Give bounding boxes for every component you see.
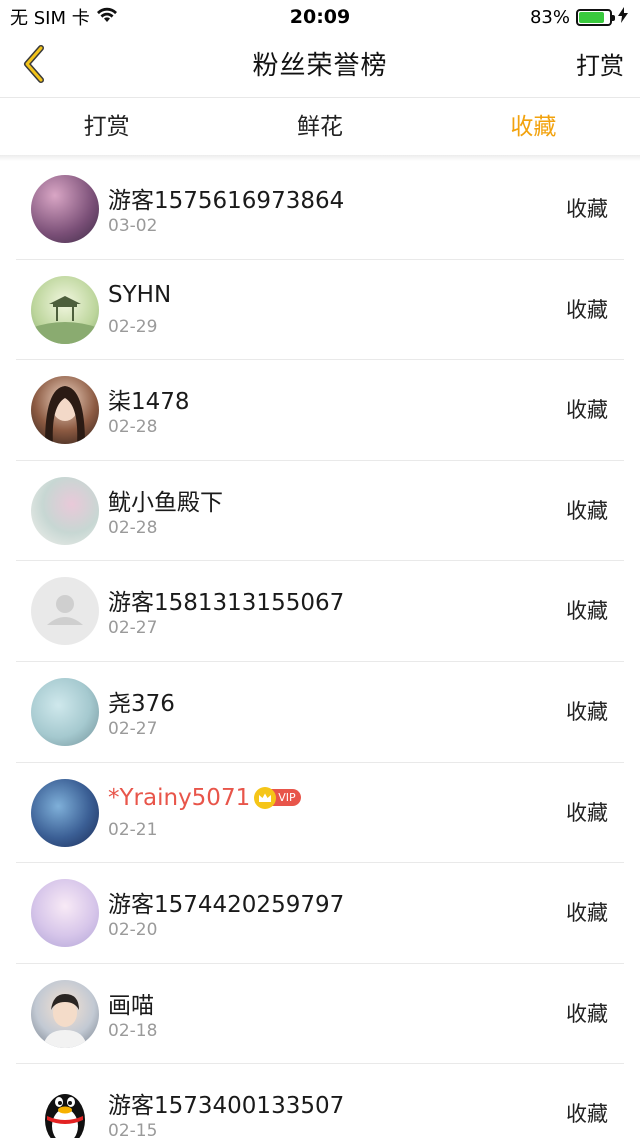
list-item[interactable]: *Yrainy5071 VIP 02-21 收藏 xyxy=(16,763,624,864)
avatar xyxy=(31,879,99,948)
tab-reward[interactable]: 打赏 xyxy=(0,99,213,155)
action-label: 收藏 xyxy=(566,599,608,624)
tab-bar: 打赏 鲜花 收藏 xyxy=(0,99,640,155)
list-item[interactable]: 游客1573400133507 02-15 收藏 xyxy=(16,1064,624,1138)
action-label: 收藏 xyxy=(566,1001,608,1026)
name-line: 游客1575616973864 xyxy=(108,181,344,215)
date-label: 02-21 xyxy=(108,819,158,840)
date-label: 02-27 xyxy=(108,718,158,739)
avatar xyxy=(31,376,99,445)
reward-button[interactable]: 打赏 xyxy=(576,34,624,98)
list-item[interactable]: 游客1575616973864 03-02 收藏 xyxy=(16,159,624,260)
avatar xyxy=(31,476,99,545)
battery-fill xyxy=(579,11,604,23)
list-item[interactable]: 游客1574420259797 02-20 收藏 xyxy=(16,863,624,964)
user-name: 画喵 xyxy=(108,992,154,1019)
user-name: 鱿小鱼殿下 xyxy=(108,489,223,516)
date-label: 02-28 xyxy=(108,417,158,438)
page-title: 粉丝荣誉榜 xyxy=(252,51,388,81)
name-line: 游客1573400133507 xyxy=(108,1086,344,1120)
fan-list: 游客1575616973864 03-02 收藏 SYHN 02-29 收藏 柒… xyxy=(0,159,640,1138)
list-item[interactable]: 画喵 02-18 收藏 xyxy=(16,964,624,1065)
user-name: *Yrainy5071 xyxy=(108,784,251,811)
list-item[interactable]: 游客1581313155067 02-27 收藏 xyxy=(16,561,624,662)
name-line: 画喵 xyxy=(108,986,154,1020)
list-item[interactable]: 鱿小鱼殿下 02-28 收藏 xyxy=(16,461,624,562)
avatar xyxy=(31,175,99,243)
list-item[interactable]: 柒1478 02-28 收藏 xyxy=(16,360,624,461)
action-label: 收藏 xyxy=(566,901,608,926)
avatar xyxy=(31,979,99,1048)
carrier-label: 无 SIM 卡 xyxy=(10,8,90,29)
action-label: 收藏 xyxy=(566,398,608,423)
name-line: 游客1581313155067 xyxy=(108,583,344,617)
name-line: 柒1478 xyxy=(108,382,190,416)
date-label: 03-02 xyxy=(108,216,158,236)
user-name: 柒1478 xyxy=(108,389,190,416)
charging-bolt-icon xyxy=(618,6,628,28)
avatar xyxy=(31,275,99,344)
user-name: 游客1575616973864 xyxy=(108,188,345,214)
tab-favorites[interactable]: 收藏 xyxy=(427,99,640,155)
action-label: 收藏 xyxy=(566,498,608,523)
qq-penguin-icon xyxy=(31,1080,99,1138)
vip-badge: VIP xyxy=(254,786,301,809)
wifi-icon xyxy=(96,7,118,28)
user-name: SYHN xyxy=(108,281,172,308)
date-label: 02-27 xyxy=(108,618,158,639)
nav-bar: 粉丝荣誉榜 打赏 xyxy=(0,34,640,98)
avatar xyxy=(31,778,99,847)
avatar xyxy=(31,677,99,746)
name-line: *Yrainy5071 VIP xyxy=(108,785,301,811)
name-line: 游客1574420259797 xyxy=(108,885,344,919)
list-item[interactable]: 尧376 02-27 收藏 xyxy=(16,662,624,763)
user-name: 游客1581313155067 xyxy=(108,590,345,617)
action-label: 收藏 xyxy=(566,1102,608,1127)
name-line: 鱿小鱼殿下 xyxy=(108,483,223,517)
default-avatar-icon xyxy=(31,577,99,646)
action-label: 收藏 xyxy=(566,197,608,221)
user-name: 尧376 xyxy=(108,690,175,717)
action-label: 收藏 xyxy=(566,699,608,724)
name-line: SYHN xyxy=(108,282,171,308)
crown-icon xyxy=(254,786,277,809)
list-item[interactable]: SYHN 02-29 收藏 xyxy=(16,260,624,361)
battery-icon xyxy=(576,8,615,26)
date-label: 02-15 xyxy=(108,1121,158,1138)
status-left: 无 SIM 卡 xyxy=(10,4,118,30)
date-label: 02-29 xyxy=(108,316,158,337)
battery-percent: 83% xyxy=(529,6,570,28)
action-label: 收藏 xyxy=(566,297,608,322)
date-label: 02-28 xyxy=(108,517,158,538)
user-name: 游客1574420259797 xyxy=(108,892,345,919)
date-label: 02-20 xyxy=(108,920,158,941)
name-line: 尧376 xyxy=(108,684,175,718)
tab-flowers[interactable]: 鲜花 xyxy=(213,99,426,155)
date-label: 02-18 xyxy=(108,1020,158,1041)
status-bar: 无 SIM 卡 20:09 83% xyxy=(0,0,640,34)
status-right: 83% xyxy=(529,6,628,28)
action-label: 收藏 xyxy=(566,800,608,825)
user-name: 游客1573400133507 xyxy=(108,1093,345,1120)
